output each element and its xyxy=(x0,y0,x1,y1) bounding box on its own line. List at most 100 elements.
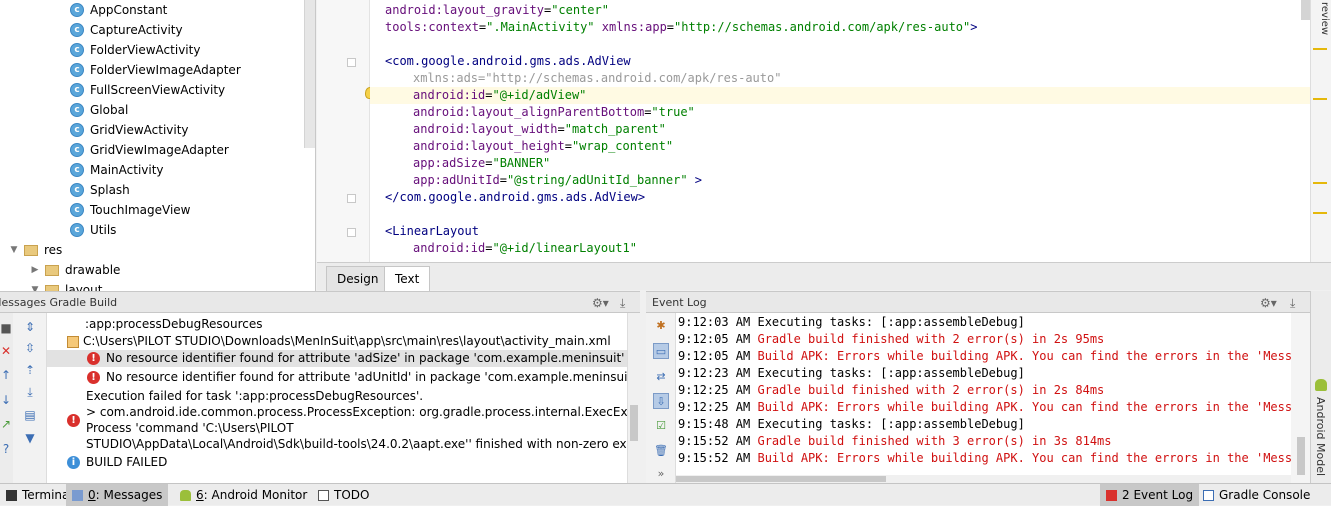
tree-item-folderviewimageadapter[interactable]: c FolderViewImageAdapter xyxy=(70,60,241,80)
tree-scrollbar[interactable] xyxy=(304,0,315,148)
tree-item-captureactivity[interactable]: c CaptureActivity xyxy=(70,20,183,40)
stop-icon[interactable]: ■ xyxy=(0,321,12,335)
xml-value: "wrap_content" xyxy=(571,139,674,153)
list-item[interactable]: Process 'command 'C:\Users\PILOT xyxy=(86,420,294,437)
error-stripe[interactable] xyxy=(1310,0,1331,262)
log-text[interactable]: Gradle build finished with 3 error(s) in… xyxy=(757,434,1111,448)
messages-list[interactable]: :app:processDebugResources C:\Users\PILO… xyxy=(47,313,627,483)
hide-panel-icon[interactable]: ⤓ xyxy=(620,296,625,311)
tree-item-drawable[interactable]: ▶ drawable xyxy=(29,260,121,280)
soft-wrap-icon[interactable]: ⇄ xyxy=(653,369,669,385)
log-text[interactable]: Gradle build finished with 2 error(s) in… xyxy=(757,383,1104,397)
review-tab[interactable]: review xyxy=(1312,2,1330,35)
tree-item-folderviewactivity[interactable]: c FolderViewActivity xyxy=(70,40,200,60)
list-item[interactable]: i BUILD FAILED xyxy=(67,454,167,471)
log-time: 9:12:23 AM xyxy=(678,366,751,380)
collapsed-arrow-icon[interactable]: ▶ xyxy=(29,265,41,275)
android-monitor-button[interactable]: 6: Android Monitor xyxy=(174,484,313,506)
log-entry[interactable]: 9:12:05 AM Build APK: Errors while build… xyxy=(678,348,1291,365)
balloon-icon[interactable]: ▭ xyxy=(653,343,669,359)
filter-icon[interactable]: ▼ xyxy=(22,431,38,445)
tree-item-layout[interactable]: ▼ layout xyxy=(29,280,102,291)
list-item[interactable]: Execution failed for task ':app:processD… xyxy=(86,388,423,405)
log-entry[interactable]: 9:12:25 AM Build APK: Errors while build… xyxy=(678,399,1291,416)
code-line: android:layout_height="wrap_content" xyxy=(413,139,674,153)
tree-item-touchimageview[interactable]: c TouchImageView xyxy=(70,200,191,220)
folder-icon xyxy=(45,264,59,276)
log-entry[interactable]: 9:15:52 AM Build APK: Errors while build… xyxy=(678,450,1291,467)
mark-read-icon[interactable]: ☑ xyxy=(653,418,669,434)
tree-item-appconstant[interactable]: c AppConstant xyxy=(70,0,167,20)
fold-marker-icon[interactable] xyxy=(347,58,356,67)
tree-item-res[interactable]: ▼ res xyxy=(8,240,63,260)
help-icon[interactable]: ? xyxy=(0,442,12,456)
editor-gutter[interactable] xyxy=(317,0,375,262)
scrollbar-thumb[interactable] xyxy=(630,405,638,441)
event-log-vertical-scrollbar[interactable] xyxy=(1291,313,1310,483)
gear-icon[interactable]: ⚙▾ xyxy=(592,296,609,310)
log-entry[interactable]: 9:12:25 AM Gradle build finished with 2 … xyxy=(678,382,1104,399)
tab-text[interactable]: Text xyxy=(384,266,431,291)
log-text[interactable]: Gradle build finished with 2 error(s) in… xyxy=(757,332,1104,346)
scroll-to-end-icon[interactable]: ⇩ xyxy=(653,393,669,409)
settings-icon[interactable]: ✱ xyxy=(653,318,669,334)
warning-marker[interactable] xyxy=(1313,48,1327,50)
todo-button[interactable]: TODO xyxy=(312,484,375,506)
warning-marker[interactable] xyxy=(1313,98,1327,100)
tree-item-utils[interactable]: c Utils xyxy=(70,220,116,240)
fold-marker-icon[interactable] xyxy=(347,228,356,237)
list-item[interactable]: C:\Users\PILOT STUDIO\Downloads\MenInSui… xyxy=(67,333,611,350)
export-icon[interactable]: ↗ xyxy=(0,417,12,431)
warning-marker[interactable] xyxy=(1313,182,1327,184)
project-tree[interactable]: c AppConstant c CaptureActivity c Folder… xyxy=(0,0,316,291)
log-entry[interactable]: 9:15:52 AM Gradle build finished with 3 … xyxy=(678,433,1112,450)
code-editor[interactable]: android:layout_gravity="center" tools:co… xyxy=(370,0,1310,262)
log-text[interactable]: Build APK: Errors while building APK. Yo… xyxy=(757,349,1291,363)
trash-icon[interactable]: 🗑 xyxy=(653,443,669,459)
warning-marker[interactable] xyxy=(1313,212,1327,214)
tree-item-mainactivity[interactable]: c MainActivity xyxy=(70,160,164,180)
tab-design[interactable]: Design xyxy=(326,266,390,291)
event-log-list[interactable]: 9:12:03 AM Executing tasks: [:app:assemb… xyxy=(676,313,1291,475)
list-item[interactable]: STUDIO\AppData\Local\Android\Sdk\build-t… xyxy=(86,436,627,453)
list-item[interactable]: :app:processDebugResources xyxy=(85,316,263,333)
list-item[interactable]: ! No resource identifier found for attrib… xyxy=(87,369,627,386)
log-text[interactable]: Build APK: Errors while building APK. Yo… xyxy=(757,451,1291,465)
gradle-console-button[interactable]: Gradle Console xyxy=(1197,484,1316,506)
tree-item-gridviewimageadapter[interactable]: c GridViewImageAdapter xyxy=(70,140,229,160)
previous-icon[interactable]: ⇡ xyxy=(22,363,38,377)
event-log-button[interactable]: 2 Event Log xyxy=(1100,484,1200,506)
list-item[interactable]: ! No resource identifier found for attrib… xyxy=(47,350,627,367)
expanded-arrow-icon[interactable]: ▼ xyxy=(8,245,20,255)
scrollbar-thumb[interactable] xyxy=(1297,437,1305,475)
tree-item-splash[interactable]: c Splash xyxy=(70,180,130,200)
hide-panel-icon[interactable]: ⤓ xyxy=(1290,296,1295,311)
fold-marker-icon[interactable] xyxy=(347,194,356,203)
android-model-tab[interactable]: Android Model xyxy=(1310,291,1331,483)
log-entry[interactable]: 9:12:03 AM Executing tasks: [:app:assemb… xyxy=(678,314,1025,331)
tree-item-fullscreenviewactivity[interactable]: c FullScreenViewActivity xyxy=(70,80,225,100)
expand-all-icon[interactable]: ⇕ xyxy=(22,320,38,334)
messages-button[interactable]: 0: Messages xyxy=(66,484,169,506)
info-icon: i xyxy=(67,456,80,469)
list-icon[interactable]: ▤ xyxy=(22,408,38,422)
up-arrow-icon[interactable]: ↑ xyxy=(0,368,12,382)
tree-item-gridviewactivity[interactable]: c GridViewActivity xyxy=(70,120,189,140)
more-icon[interactable]: » xyxy=(653,466,669,482)
messages-scrollbar[interactable] xyxy=(627,313,640,483)
log-entry[interactable]: 9:15:48 AM Executing tasks: [:app:assemb… xyxy=(678,416,1025,433)
gear-icon[interactable]: ⚙▾ xyxy=(1260,296,1277,310)
editor-scrollbar[interactable] xyxy=(1301,0,1310,20)
log-text[interactable]: Build APK: Errors while building APK. Yo… xyxy=(757,400,1291,414)
scrollbar-thumb[interactable] xyxy=(676,476,886,482)
down-arrow-icon[interactable]: ↓ xyxy=(0,393,12,407)
close-icon[interactable]: ✕ xyxy=(0,344,12,358)
message-text: Process 'command 'C:\Users\PILOT xyxy=(86,421,294,435)
download-icon[interactable]: ⤓ xyxy=(22,385,38,399)
event-log-horizontal-scrollbar[interactable] xyxy=(676,475,1291,483)
tree-item-global[interactable]: c Global xyxy=(70,100,128,120)
log-entry[interactable]: 9:12:23 AM Executing tasks: [:app:assemb… xyxy=(678,365,1025,382)
log-entry[interactable]: 9:12:05 AM Gradle build finished with 2 … xyxy=(678,331,1104,348)
list-item[interactable]: > com.android.ide.common.process.Process… xyxy=(86,404,627,421)
collapse-all-icon[interactable]: ⇳ xyxy=(22,341,38,355)
